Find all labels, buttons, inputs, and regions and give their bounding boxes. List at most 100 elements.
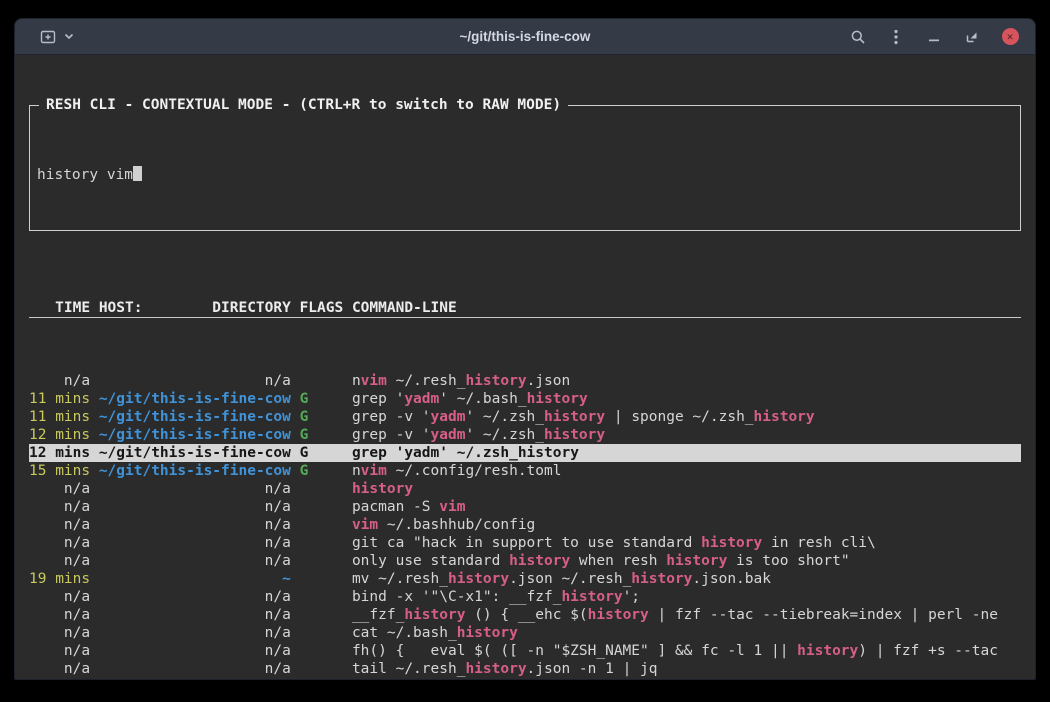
history-row[interactable]: n/a n/a __fzf_history () { __ehc $(histo… bbox=[29, 606, 1021, 624]
text-cursor bbox=[133, 166, 142, 181]
minimize-icon bbox=[928, 31, 940, 43]
history-row[interactable]: n/a n/a cat ~/.bash_history bbox=[29, 624, 1021, 642]
row-command: grep -v 'yadm' ~/.zsh_history bbox=[352, 426, 1021, 444]
history-row[interactable]: n/a n/a fh() { eval $( ([ -n "$ZSH_NAME"… bbox=[29, 642, 1021, 660]
history-row[interactable]: 12 mins ~/git/this-is-fine-cow G grep -v… bbox=[29, 426, 1021, 444]
header-command: COMMAND-LINE bbox=[352, 299, 1021, 317]
row-command: only use standard history when resh hist… bbox=[352, 552, 1021, 570]
row-flags bbox=[300, 678, 344, 679]
row-flags: G bbox=[300, 390, 344, 408]
row-command: mv ~/.resh_history.json ~/.resh_history.… bbox=[352, 570, 1021, 588]
history-row[interactable]: 19 mins ~ mv ~/.resh_history.json ~/.res… bbox=[29, 570, 1021, 588]
header-host-directory: HOST:DIRECTORY bbox=[99, 299, 291, 317]
row-host-directory: ~/git/this-is-fine-cow bbox=[99, 462, 291, 480]
row-command: cat ~/.bash_history bbox=[352, 624, 1021, 642]
new-terminal-dropdown-button[interactable] bbox=[62, 24, 76, 50]
row-flags bbox=[300, 534, 344, 552]
header-directory: DIRECTORY bbox=[212, 299, 291, 317]
row-host-directory: ~/git/this-is-fine-cow bbox=[99, 408, 291, 426]
row-time: n/a bbox=[29, 606, 90, 624]
history-row[interactable]: n/a n/a history bbox=[29, 480, 1021, 498]
row-command: EDITOR=$(nvim) bbox=[352, 678, 1021, 679]
row-command: pacman -S vim bbox=[352, 498, 1021, 516]
history-row[interactable]: n/a n/a only use standard history when r… bbox=[29, 552, 1021, 570]
row-host-directory: ~ bbox=[99, 570, 291, 588]
row-host-directory: n/a bbox=[99, 498, 291, 516]
row-command: nvim ~/.config/resh.toml bbox=[352, 462, 1021, 480]
row-time: n/a bbox=[29, 534, 90, 552]
row-command: bind -x '"\C-x1": __fzf_history'; bbox=[352, 588, 1021, 606]
search-icon bbox=[850, 29, 866, 45]
row-host-directory: n/a bbox=[99, 624, 291, 642]
titlebar-right-group: ✕ bbox=[845, 24, 1023, 50]
history-row[interactable]: n/a n/a tail ~/.resh_history.json -n 1 |… bbox=[29, 660, 1021, 678]
row-flags bbox=[300, 660, 344, 678]
row-host-directory: n/a bbox=[99, 588, 291, 606]
row-time: n/a bbox=[29, 642, 90, 660]
row-time: 12 mins bbox=[29, 426, 90, 444]
resh-search-box: RESH CLI - CONTEXTUAL MODE - (CTRL+R to … bbox=[29, 105, 1021, 231]
chevron-down-icon bbox=[64, 33, 74, 40]
terminal-window: ~/git/this-is-fine-cow bbox=[14, 18, 1036, 680]
new-terminal-icon bbox=[40, 29, 56, 45]
row-time: 19 mins bbox=[29, 570, 90, 588]
search-query-text: history vim bbox=[37, 167, 133, 183]
row-time: n/a bbox=[29, 498, 90, 516]
row-time: 11 mins bbox=[29, 408, 90, 426]
row-host-directory: n/a bbox=[99, 606, 291, 624]
row-flags: G bbox=[300, 408, 344, 426]
row-command: nvim ~/.resh_history.json bbox=[352, 372, 1021, 390]
row-host-directory: n/a bbox=[99, 516, 291, 534]
row-flags bbox=[300, 552, 344, 570]
restore-button[interactable] bbox=[959, 24, 985, 50]
row-host-directory: n/a bbox=[99, 660, 291, 678]
row-flags: G bbox=[300, 444, 344, 462]
restore-window-icon bbox=[966, 31, 978, 43]
row-host-directory: ~/git/this-is-fine-cow bbox=[99, 390, 291, 408]
history-row[interactable]: 11 mins ~/git/this-is-fine-cow G grep -v… bbox=[29, 408, 1021, 426]
titlebar-left-group bbox=[35, 24, 76, 50]
history-row[interactable]: 15 mins ~/git/this-is-fine-cow G nvim ~/… bbox=[29, 462, 1021, 480]
new-terminal-button[interactable] bbox=[35, 24, 61, 50]
close-button[interactable]: ✕ bbox=[997, 24, 1023, 50]
search-button[interactable] bbox=[845, 24, 871, 50]
search-input[interactable]: history vim bbox=[37, 166, 1013, 184]
row-time: 15 mins bbox=[29, 462, 90, 480]
row-host-directory: n/a bbox=[99, 552, 291, 570]
row-host-directory: n/a bbox=[99, 534, 291, 552]
titlebar: ~/git/this-is-fine-cow bbox=[15, 19, 1035, 55]
history-row[interactable]: n/a n/a git ca "hack in support to use s… bbox=[29, 534, 1021, 552]
row-command: grep 'yadm' ~/.zsh_history bbox=[352, 444, 1021, 462]
history-row[interactable]: n/a n/a bind -x '"\C-x1": __fzf_history'… bbox=[29, 588, 1021, 606]
menu-button[interactable] bbox=[883, 24, 909, 50]
row-time: n/a bbox=[29, 516, 90, 534]
row-flags bbox=[300, 588, 344, 606]
row-command: fh() { eval $( ([ -n "$ZSH_NAME" ] && fc… bbox=[352, 642, 1021, 660]
row-host-directory: n/a bbox=[99, 372, 291, 390]
terminal-content: RESH CLI - CONTEXTUAL MODE - (CTRL+R to … bbox=[15, 55, 1035, 679]
minimize-button[interactable] bbox=[921, 24, 947, 50]
row-flags bbox=[300, 624, 344, 642]
history-row[interactable]: n/a n/a vim ~/.bashhub/config bbox=[29, 516, 1021, 534]
row-time: n/a bbox=[29, 552, 90, 570]
row-flags bbox=[300, 498, 344, 516]
row-time: n/a bbox=[29, 372, 90, 390]
history-list: n/a n/a nvim ~/.resh_history.json 11 min… bbox=[29, 372, 1021, 679]
resh-search-box-title: RESH CLI - CONTEXTUAL MODE - (CTRL+R to … bbox=[39, 96, 568, 114]
row-time: n/a bbox=[29, 624, 90, 642]
row-flags bbox=[300, 570, 344, 588]
row-time: n/a bbox=[29, 660, 90, 678]
row-flags: G bbox=[300, 426, 344, 444]
history-row[interactable]: 12 mins ~/git/this-is-fine-cow G grep 'y… bbox=[29, 444, 1021, 462]
row-flags bbox=[300, 642, 344, 660]
history-row[interactable]: n/a n/a nvim ~/.resh_history.json bbox=[29, 372, 1021, 390]
history-row[interactable]: 11 mins ~/git/this-is-fine-cow G grep 'y… bbox=[29, 390, 1021, 408]
history-row[interactable]: n/a n/a pacman -S vim bbox=[29, 498, 1021, 516]
header-flags: FLAGS bbox=[300, 299, 344, 317]
history-row[interactable]: n/a n/a EDITOR=$(nvim) bbox=[29, 678, 1021, 679]
header-time: TIME bbox=[29, 299, 90, 317]
row-flags bbox=[300, 372, 344, 390]
table-header: TIME HOST:DIRECTORY FLAGS COMMAND-LINE bbox=[29, 299, 1021, 318]
row-host-directory: n/a bbox=[99, 480, 291, 498]
row-command: grep 'yadm' ~/.bash_history bbox=[352, 390, 1021, 408]
